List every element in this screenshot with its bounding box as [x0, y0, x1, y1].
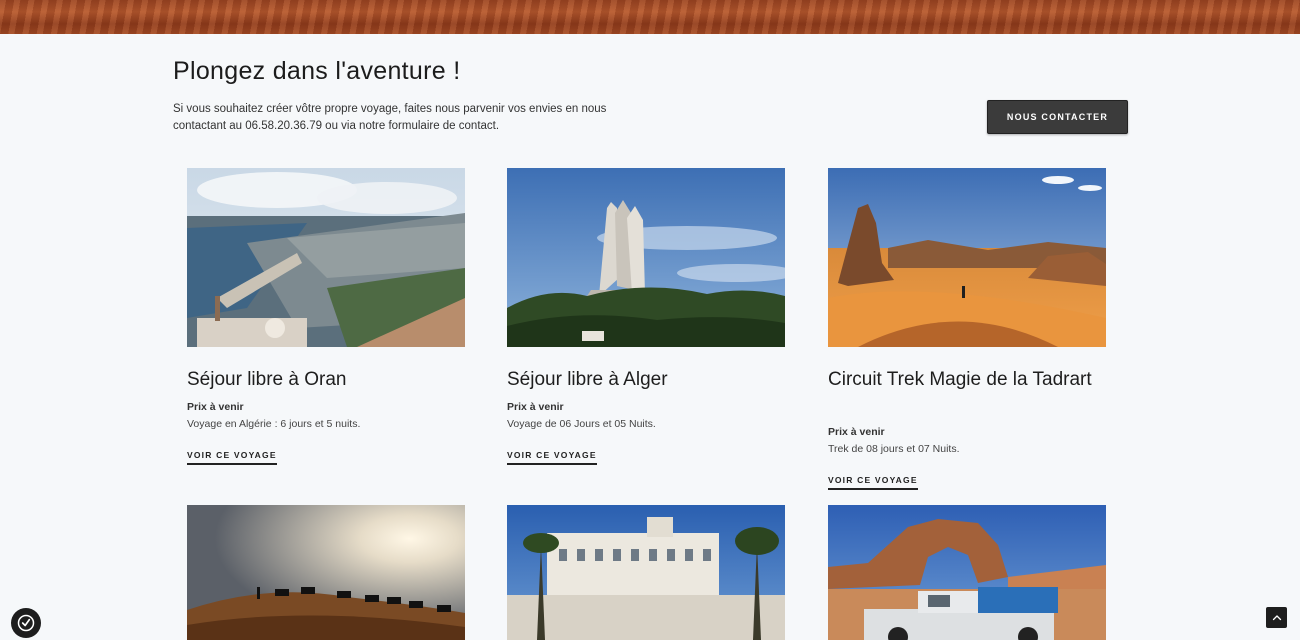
card-image-tadrart[interactable] [828, 168, 1106, 347]
card-title[interactable]: Séjour libre à Oran [187, 367, 465, 392]
card-image-arch-4x4[interactable] [828, 505, 1106, 640]
card-price: Prix à venir [507, 401, 564, 413]
card-image-alger[interactable] [507, 168, 785, 347]
intro-text: Si vous souhaitez créer vôtre propre voy… [173, 103, 607, 132]
contact-button[interactable]: NOUS CONTACTER [987, 100, 1128, 134]
hero-banner-strip [0, 0, 1300, 34]
page-title: Plongez dans l'aventure ! [173, 57, 461, 85]
scroll-top-button[interactable] [1266, 607, 1287, 628]
accessibility-icon [17, 614, 35, 632]
card-price: Prix à venir [828, 426, 885, 438]
card-title[interactable]: Séjour libre à Alger [507, 367, 785, 392]
view-trip-link[interactable]: VOIR CE VOYAGE [507, 450, 597, 465]
accessibility-button[interactable] [11, 608, 41, 638]
card-description: Voyage en Algérie : 6 jours et 5 nuits. [187, 418, 361, 430]
card-image-palace[interactable] [507, 505, 785, 640]
view-trip-link[interactable]: VOIR CE VOYAGE [828, 475, 918, 490]
card-description: Trek de 08 jours et 07 Nuits. [828, 443, 960, 455]
card-price: Prix à venir [187, 401, 244, 413]
card-title[interactable]: Circuit Trek Magie de la Tadrart [828, 367, 1106, 392]
view-trip-link[interactable]: VOIR CE VOYAGE [187, 450, 277, 465]
chevron-up-icon [1272, 614, 1281, 620]
card-image-caravan[interactable] [187, 505, 465, 640]
card-description: Voyage de 06 Jours et 05 Nuits. [507, 418, 656, 430]
card-image-oran[interactable] [187, 168, 465, 347]
